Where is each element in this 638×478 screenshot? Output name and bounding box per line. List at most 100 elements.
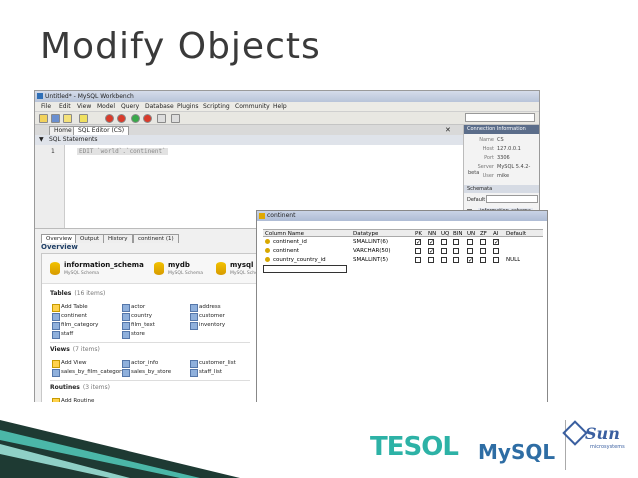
table-item[interactable]: store	[122, 331, 145, 339]
flag-checkbox[interactable]: ✓	[428, 239, 434, 246]
column-row[interactable]: continent VARCHAR(50) ✓	[263, 247, 543, 255]
menu-community[interactable]: Community	[235, 103, 270, 110]
menu-scripting[interactable]: Scripting	[203, 103, 230, 110]
menu-edit[interactable]: Edit	[59, 103, 71, 110]
table-item[interactable]: continent	[52, 313, 87, 321]
flag-checkbox[interactable]	[467, 248, 473, 254]
menu-help[interactable]: Help	[273, 103, 287, 110]
open-icon[interactable]	[39, 114, 48, 123]
flag-checkbox[interactable]	[480, 257, 486, 263]
cancel-icon[interactable]	[117, 114, 126, 123]
column-key-icon	[265, 239, 270, 244]
column-row[interactable]: continent_id SMALLINT(6) ✓ ✓ ✓	[263, 238, 543, 246]
col-header-un[interactable]: UN	[467, 230, 475, 238]
flag-checkbox[interactable]	[428, 257, 434, 263]
col-header-zf[interactable]: ZF	[480, 230, 487, 238]
column-default[interactable]: NULL	[506, 256, 520, 264]
column-row[interactable]: country_country_id SMALLINT(5) ✓ NULL	[263, 256, 543, 264]
flag-checkbox[interactable]	[453, 248, 459, 254]
tab-overview[interactable]: Overview	[41, 234, 77, 243]
flag-checkbox[interactable]: ✓	[493, 239, 499, 246]
table-icon	[259, 213, 265, 219]
default-schema-select[interactable]	[486, 195, 538, 203]
column-name[interactable]: continent	[265, 247, 299, 255]
commit-icon[interactable]	[131, 114, 140, 123]
menu-plugins[interactable]: Plugins	[177, 103, 199, 110]
col-header-name[interactable]: Column Name	[265, 230, 304, 238]
refresh-icon[interactable]	[157, 114, 166, 123]
column-name[interactable]: country_country_id	[265, 256, 326, 264]
db-name-information-schema[interactable]: information_schema	[64, 261, 144, 269]
tab-history[interactable]: History	[103, 234, 133, 243]
col-header-bin[interactable]: BIN	[453, 230, 463, 238]
flag-checkbox[interactable]	[467, 239, 473, 245]
export-icon[interactable]	[171, 114, 180, 123]
flag-checkbox[interactable]	[453, 257, 459, 263]
column-datatype[interactable]: SMALLINT(6)	[353, 238, 388, 246]
column-name[interactable]: continent_id	[265, 238, 307, 246]
flag-checkbox[interactable]: ✓	[428, 248, 434, 255]
menu-query[interactable]: Query	[121, 103, 139, 110]
views-section-header: Views (7 items)	[50, 346, 100, 353]
flag-checkbox[interactable]	[480, 248, 486, 254]
col-header-pk[interactable]: PK	[415, 230, 422, 238]
db-name-mydb[interactable]: mydb	[168, 261, 190, 269]
table-item[interactable]: staff	[52, 331, 73, 339]
table-item[interactable]: inventory	[190, 322, 225, 330]
flag-checkbox[interactable]: ✓	[415, 239, 421, 246]
flag-checkbox[interactable]	[480, 239, 486, 245]
col-header-default[interactable]: Default	[506, 230, 526, 238]
stop-icon[interactable]	[105, 114, 114, 123]
view-item[interactable]: sales_by_film_category	[52, 369, 125, 377]
flag-checkbox[interactable]	[415, 248, 421, 254]
slide-title: Modify Objects	[40, 26, 321, 67]
flag-checkbox[interactable]	[415, 257, 421, 263]
close-icon[interactable]: ✕	[445, 126, 451, 134]
save-icon[interactable]	[51, 114, 60, 123]
tab-continent[interactable]: continent (1)	[133, 234, 179, 243]
column-datatype[interactable]: VARCHAR(50)	[353, 247, 391, 255]
flag-checkbox[interactable]	[493, 248, 499, 254]
menu-database[interactable]: Database	[145, 103, 174, 110]
flag-checkbox[interactable]	[453, 239, 459, 245]
view-item[interactable]: sales_by_store	[122, 369, 171, 377]
new-column-input[interactable]	[263, 265, 347, 273]
tab-sql-editor[interactable]: SQL Editor (CS)	[73, 126, 130, 135]
sun-logo-sub: microsystems	[590, 444, 625, 450]
add-table-item[interactable]: Add Table	[52, 304, 88, 312]
new-query-icon[interactable]	[63, 114, 72, 123]
table-item[interactable]: address	[190, 304, 221, 312]
menu-model[interactable]: Model	[97, 103, 115, 110]
collapse-icon[interactable]: ▼	[39, 135, 44, 145]
menu-file[interactable]: File	[41, 103, 51, 110]
database-icon	[216, 262, 226, 275]
execute-icon[interactable]	[79, 114, 88, 123]
view-item[interactable]: staff_list	[190, 369, 222, 377]
flag-checkbox[interactable]: ✓	[467, 257, 473, 264]
window-titlebar: Untitled* - MySQL Workbench	[35, 91, 539, 102]
col-header-ai[interactable]: AI	[493, 230, 498, 238]
decorative-ribbon	[0, 420, 240, 478]
table-item[interactable]: customer	[190, 313, 225, 321]
table-item[interactable]: country	[122, 313, 152, 321]
menu-view[interactable]: View	[77, 103, 91, 110]
flag-checkbox[interactable]	[493, 257, 499, 263]
tab-output[interactable]: Output	[75, 234, 105, 243]
rollback-icon[interactable]	[143, 114, 152, 123]
view-item[interactable]: actor_info	[122, 360, 158, 368]
column-datatype[interactable]: SMALLINT(5)	[353, 256, 388, 264]
col-header-datatype[interactable]: Datatype	[353, 230, 378, 238]
db-name-mysql[interactable]: mysql	[230, 261, 253, 269]
table-item[interactable]: film_category	[52, 322, 98, 330]
flag-checkbox[interactable]	[441, 239, 447, 245]
sql-code[interactable]: EDIT `world`.`continent`	[77, 148, 168, 155]
search-input[interactable]	[465, 113, 535, 122]
add-view-item[interactable]: Add View	[52, 360, 86, 368]
col-header-uq[interactable]: UQ	[441, 230, 449, 238]
table-item[interactable]: film_text	[122, 322, 155, 330]
col-header-nn[interactable]: NN	[428, 230, 436, 238]
flag-checkbox[interactable]	[441, 248, 447, 254]
view-item[interactable]: customer_list	[190, 360, 236, 368]
table-item[interactable]: actor	[122, 304, 145, 312]
flag-checkbox[interactable]	[441, 257, 447, 263]
